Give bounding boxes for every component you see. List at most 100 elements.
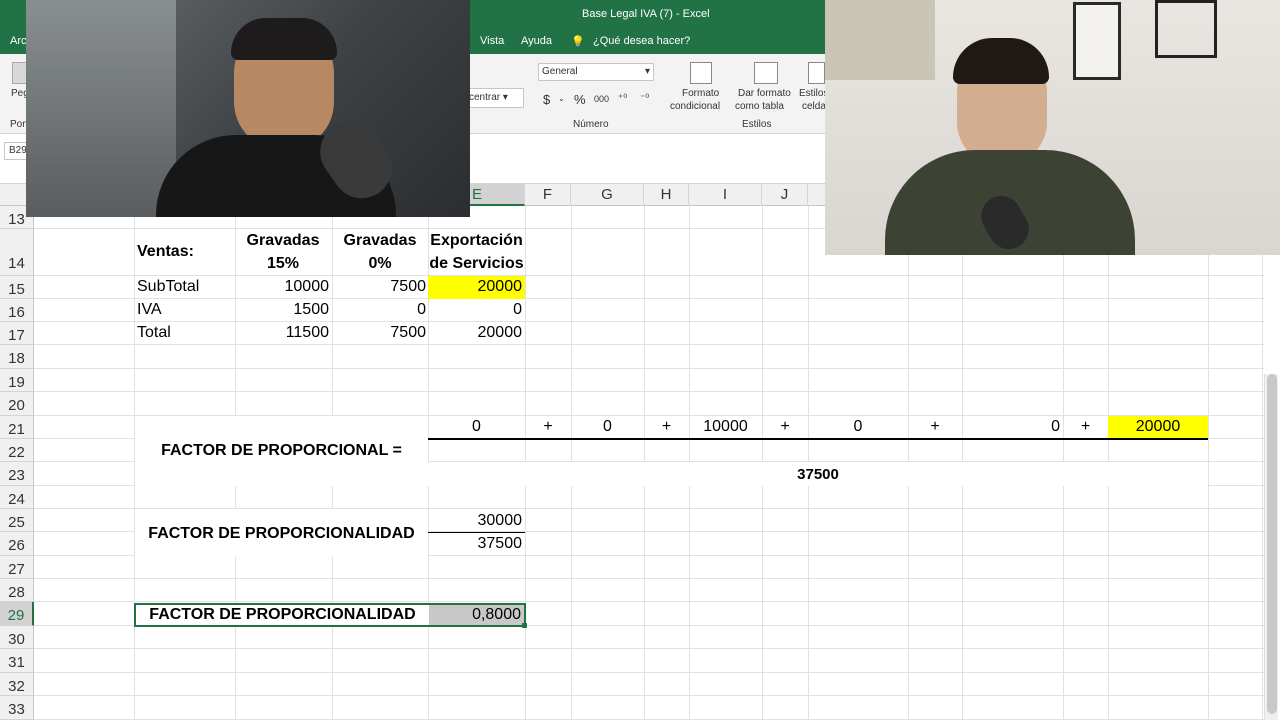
denominator-value[interactable]: 37500 <box>428 466 1208 483</box>
currency-button[interactable]: $ <box>543 92 550 107</box>
styles-group-label: Estilos <box>742 119 772 130</box>
row-header[interactable]: 21 <box>0 416 34 439</box>
menu-file[interactable]: Arc <box>10 35 27 47</box>
increase-decimal-icon[interactable]: ⁺⁰ <box>618 93 627 104</box>
numerator-plus[interactable]: + <box>1063 418 1108 436</box>
header-exportacion-1[interactable]: Exportación <box>428 232 525 250</box>
row-header[interactable]: 30 <box>0 626 34 649</box>
currency-dropdown-icon[interactable]: ⌄ <box>558 94 565 103</box>
numerator-term[interactable]: 0 <box>962 418 1060 436</box>
scrollbar-thumb[interactable] <box>1267 374 1277 714</box>
total-g15[interactable]: 11500 <box>235 324 329 342</box>
row-header[interactable]: 29 <box>0 602 34 626</box>
factor-eq-label[interactable]: FACTOR DE PROPORCIONAL = <box>135 442 428 460</box>
row-header[interactable]: 32 <box>0 673 34 696</box>
gridline <box>34 391 1264 392</box>
window-title: Base Legal IVA (7) - Excel <box>582 8 710 20</box>
row-header[interactable]: 26 <box>0 532 34 556</box>
table-format-label-1[interactable]: Dar formato <box>738 88 791 99</box>
iva-g15[interactable]: 1500 <box>235 301 329 319</box>
total-exp[interactable]: 20000 <box>428 324 523 342</box>
column-header[interactable]: H <box>644 184 689 206</box>
column-header[interactable]: I <box>689 184 762 206</box>
gridline <box>1262 206 1263 720</box>
conditional-format-label-2[interactable]: condicional <box>670 101 720 112</box>
subtotal-g0[interactable]: 7500 <box>332 278 426 296</box>
row-header[interactable]: 27 <box>0 556 34 579</box>
row-header[interactable]: 15 <box>0 276 34 299</box>
merge-center-button[interactable]: centrar ▾ <box>466 88 524 108</box>
numerator-plus[interactable]: + <box>762 418 808 436</box>
webcam-presenter-2 <box>825 0 1280 255</box>
row-header[interactable]: 14 <box>0 229 34 276</box>
header-gravadas0-2[interactable]: 0% <box>332 255 428 273</box>
decrease-decimal-icon[interactable]: ⁻⁰ <box>640 93 649 104</box>
numerator-term[interactable]: 0 <box>808 418 908 436</box>
row-header[interactable]: 19 <box>0 369 34 392</box>
subtotal-exp[interactable]: 20000 <box>428 276 525 299</box>
vertical-scrollbar[interactable] <box>1264 374 1278 720</box>
percent-button[interactable]: % <box>574 92 586 107</box>
column-header[interactable]: J <box>762 184 808 206</box>
iva-g0[interactable]: 0 <box>332 301 426 319</box>
webcam-presenter-1 <box>26 0 470 217</box>
gridline <box>34 368 1264 369</box>
gridline <box>34 298 1264 299</box>
iva-exp[interactable]: 0 <box>428 301 522 319</box>
table-format-icon[interactable] <box>754 62 778 84</box>
column-header[interactable]: F <box>525 184 571 206</box>
subtotal-label[interactable]: SubTotal <box>137 278 199 296</box>
total-label[interactable]: Total <box>137 324 171 342</box>
header-gravadas15-1[interactable]: Gravadas <box>235 232 331 250</box>
fill-handle[interactable] <box>522 623 527 628</box>
gridline <box>34 601 1264 602</box>
factor2-label[interactable]: FACTOR DE PROPORCIONALIDAD <box>135 525 428 543</box>
iva-label[interactable]: IVA <box>137 301 162 319</box>
row-header[interactable]: 25 <box>0 509 34 532</box>
subtotal-g15[interactable]: 10000 <box>235 278 330 296</box>
numerator-plus[interactable]: + <box>525 418 571 436</box>
numerator-plus[interactable]: + <box>908 418 962 436</box>
row-header[interactable]: 22 <box>0 439 34 462</box>
column-header[interactable]: G <box>571 184 644 206</box>
conditional-format-label-1[interactable]: Formato <box>682 88 719 99</box>
factor2-numerator[interactable]: 30000 <box>428 512 523 530</box>
row-header[interactable]: 33 <box>0 696 34 720</box>
thousands-button[interactable]: 000 <box>594 94 609 104</box>
row-header[interactable]: 31 <box>0 649 34 673</box>
numerator-export-term[interactable]: 20000 <box>1108 416 1208 439</box>
conditional-format-icon[interactable] <box>690 62 712 84</box>
total-g0[interactable]: 7500 <box>332 324 426 342</box>
row-header[interactable]: 18 <box>0 345 34 369</box>
result-row[interactable]: FACTOR DE PROPORCIONALIDAD 0,8000 <box>134 603 526 627</box>
row-header[interactable]: 24 <box>0 486 34 509</box>
numerator-plus[interactable]: + <box>644 418 689 436</box>
row-header[interactable]: 17 <box>0 322 34 345</box>
presenter2-hair <box>953 38 1049 84</box>
cell-styles-icon[interactable] <box>808 62 825 84</box>
header-exportacion-2[interactable]: de Servicios <box>428 255 525 273</box>
menu-view[interactable]: Vista <box>480 35 504 47</box>
row-header[interactable]: 23 <box>0 462 34 486</box>
gridline <box>34 275 1264 276</box>
cell-styles-label-2[interactable]: celda <box>802 101 826 112</box>
table-format-label-2[interactable]: como tabla <box>735 101 784 112</box>
gridline <box>1208 206 1209 720</box>
numerator-term[interactable]: 10000 <box>689 418 762 436</box>
row-header[interactable]: 28 <box>0 579 34 602</box>
factor2-denominator[interactable]: 37500 <box>428 535 523 553</box>
header-gravadas0-1[interactable]: Gravadas <box>332 232 428 250</box>
gridline <box>34 695 1264 696</box>
ventas-label[interactable]: Ventas: <box>137 243 194 261</box>
tell-me-search[interactable]: ¿Qué desea hacer? <box>593 35 690 47</box>
result-label[interactable]: FACTOR DE PROPORCIONALIDAD <box>136 606 429 624</box>
number-format-select[interactable]: General ▾ <box>538 63 654 81</box>
result-value[interactable]: 0,8000 <box>429 605 524 625</box>
menu-help[interactable]: Ayuda <box>521 35 552 47</box>
header-gravadas15-2[interactable]: 15% <box>235 255 331 273</box>
row-header[interactable]: 20 <box>0 392 34 416</box>
gridline <box>34 344 1264 345</box>
row-header[interactable]: 16 <box>0 299 34 322</box>
numerator-term[interactable]: 0 <box>571 418 644 436</box>
numerator-term[interactable]: 0 <box>428 418 525 436</box>
